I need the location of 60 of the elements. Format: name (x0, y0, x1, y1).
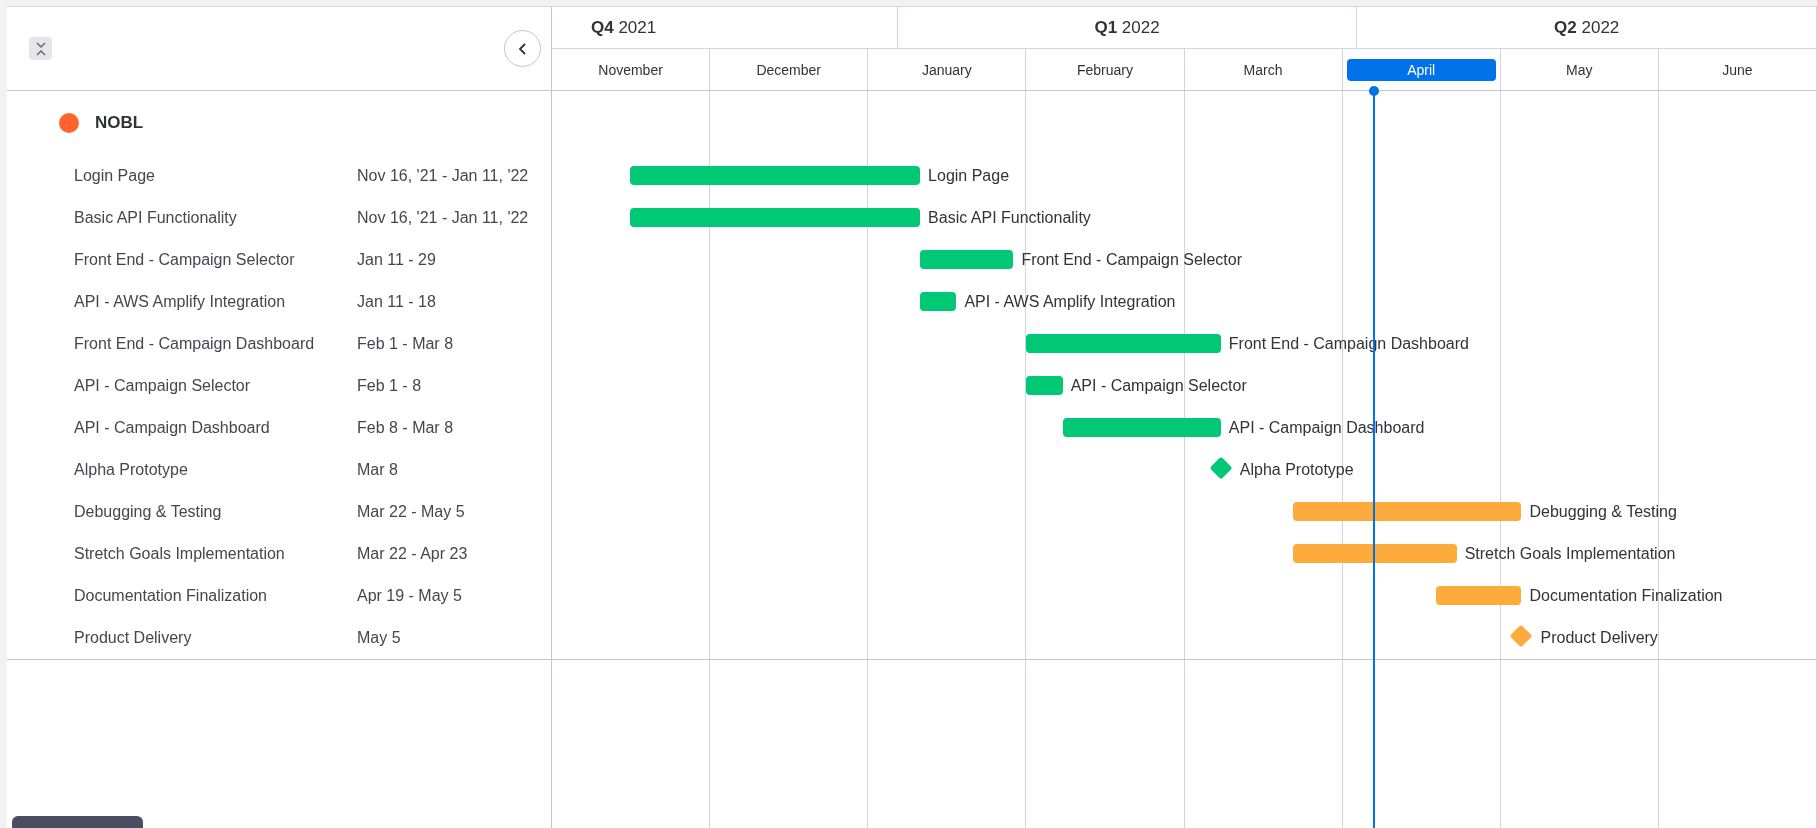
month-tab[interactable]: February (1076, 61, 1133, 78)
task-bar[interactable] (920, 250, 1014, 269)
task-name: Basic API Functionality (74, 209, 238, 227)
task-name: Stretch Goals Implementation (74, 545, 286, 563)
bar-label: API - Campaign Selector (1070, 376, 1247, 395)
task-bar[interactable] (1026, 376, 1063, 395)
task-bar[interactable] (1435, 586, 1522, 605)
task-name: API - Campaign Selector (74, 377, 252, 395)
task-dates: Nov 16, '21 - Jan 11, '22 (357, 209, 530, 227)
bar-label: Front End - Campaign Selector (1021, 250, 1242, 269)
task-name: Login Page (74, 167, 156, 185)
month-tab[interactable]: December (756, 61, 821, 78)
month-tab[interactable]: April (1346, 58, 1496, 81)
bar-label: Product Delivery (1540, 628, 1658, 647)
task-dates: Mar 22 - Apr 23 (357, 545, 469, 563)
collapse-icon[interactable] (29, 37, 52, 60)
month-tab[interactable]: November (598, 61, 663, 78)
task-dates: Mar 8 (357, 461, 399, 479)
task-dates: May 5 (357, 629, 402, 647)
quarter-label: Q2 2022 (1554, 17, 1620, 38)
chevron-left-icon (517, 41, 528, 56)
task-name: Documentation Finalization (74, 587, 268, 605)
back-button[interactable] (504, 30, 541, 67)
task-name: Debugging & Testing (74, 503, 223, 521)
month-tab[interactable]: January (921, 61, 972, 78)
task-dates: Feb 1 - Mar 8 (357, 335, 455, 353)
task-name: Alpha Prototype (74, 461, 189, 479)
task-name: Product Delivery (74, 629, 193, 647)
task-dates: Jan 11 - 29 (357, 251, 437, 269)
task-name: Front End - Campaign Dashboard (74, 335, 316, 353)
task-bar[interactable] (920, 292, 957, 311)
quarter-label: Q4 2021 (591, 17, 657, 38)
bar-label: Login Page (928, 166, 1010, 185)
task-bar[interactable] (1026, 334, 1221, 353)
task-bar[interactable] (629, 166, 921, 185)
group-name: NOBL (95, 113, 144, 133)
bar-label: Documentation Finalization (1529, 586, 1723, 605)
month-tab[interactable]: June (1722, 61, 1753, 78)
task-dates: Mar 22 - May 5 (357, 503, 466, 521)
month-tab[interactable]: March (1243, 61, 1283, 78)
task-bar[interactable] (629, 208, 921, 227)
bar-label: API - AWS Amplify Integration (964, 292, 1176, 311)
quarter-label: Q1 2022 (1094, 17, 1160, 38)
task-dates: Feb 1 - 8 (357, 377, 423, 395)
task-name: Front End - Campaign Selector (74, 251, 296, 269)
task-dates: Apr 19 - May 5 (357, 587, 463, 605)
task-dates: Feb 8 - Mar 8 (357, 419, 455, 437)
bar-label: Alpha Prototype (1239, 460, 1354, 479)
bar-label: Debugging & Testing (1529, 502, 1677, 521)
task-name: API - AWS Amplify Integration (74, 293, 287, 311)
task-bar[interactable] (1293, 544, 1457, 563)
month-tab[interactable]: May (1566, 61, 1593, 78)
task-name: API - Campaign Dashboard (74, 419, 271, 437)
task-bar[interactable] (1293, 502, 1522, 521)
scrollbar[interactable] (12, 816, 143, 828)
task-dates: Jan 11 - 18 (357, 293, 437, 311)
task-bar[interactable] (1062, 418, 1221, 437)
bar-label: Stretch Goals Implementation (1464, 544, 1676, 563)
bar-label: Basic API Functionality (928, 208, 1091, 227)
task-dates: Nov 16, '21 - Jan 11, '22 (357, 167, 530, 185)
